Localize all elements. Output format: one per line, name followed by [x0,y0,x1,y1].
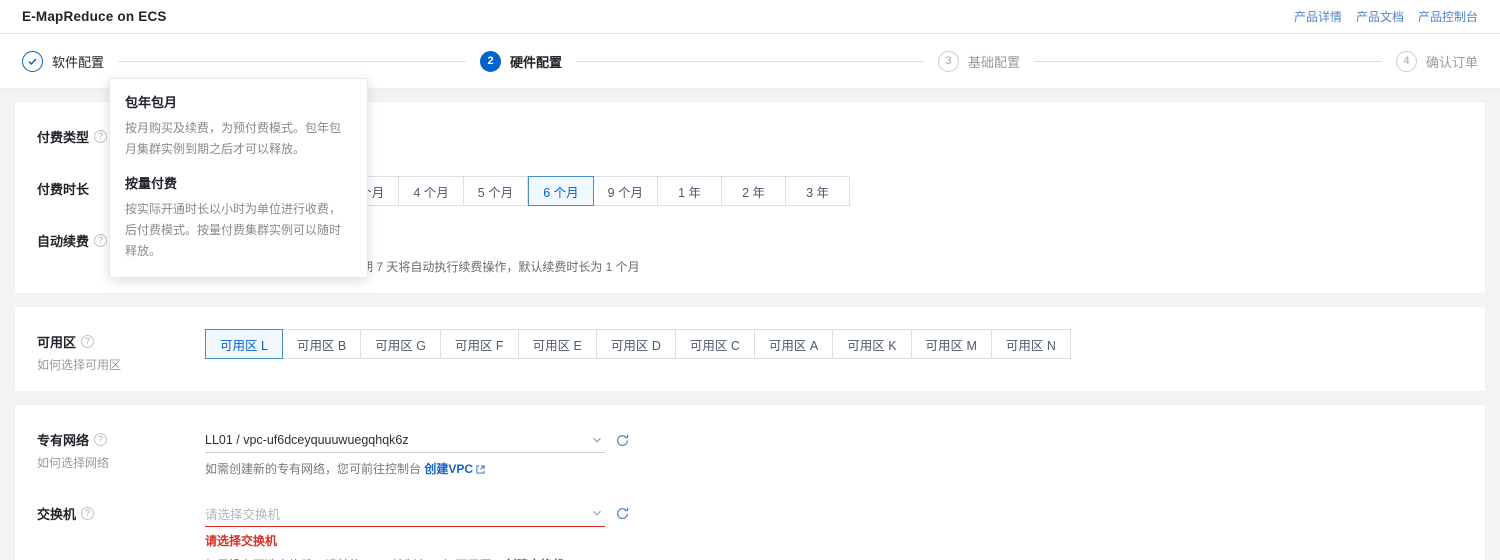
step-number: 3 [938,51,959,72]
network-card: 专有网络 ? 如何选择网络 LL01 / vpc-uf6dceyquuuwueg… [14,404,1486,560]
zone-option-n[interactable]: 可用区 N [992,329,1071,359]
duration-field: 1 个月 2 个月 3 个月 4 个月 5 个月 6 个月 9 个月 1 年 2… [205,176,1463,206]
question-mark-icon[interactable]: ? [94,234,107,247]
question-mark-icon[interactable]: ? [81,507,94,520]
zone-field: 可用区 L 可用区 B 可用区 G 可用区 F 可用区 E 可用区 D 可用区 … [205,329,1463,359]
duration-option-4m[interactable]: 4 个月 [399,176,463,206]
step-connector [576,61,924,62]
step-label: 基础配置 [968,52,1020,71]
duration-label: 付费时长 [37,179,89,198]
question-mark-icon[interactable]: ? [94,130,107,143]
step-number: 2 [480,51,501,72]
create-vswitch-link[interactable]: 创建交换机 [505,556,577,560]
vpc-sub-label[interactable]: 如何选择网络 [37,454,205,471]
header-link-product-console[interactable]: 产品控制台 [1418,8,1478,25]
chevron-down-icon [591,507,603,519]
header-links: 产品详情 产品文档 产品控制台 [1294,8,1478,25]
vswitch-field: 请选择交换机 请选择交换机 如果没有可选交换机，请前往 VPC 控制台，在 可用… [205,501,1463,560]
refresh-icon[interactable] [615,506,630,521]
pay-type-field: 包年包月 按量付费 [205,124,1463,154]
zone-option-f[interactable]: 可用区 F [441,329,519,359]
step-label: 硬件配置 [510,52,562,71]
step-basic-config[interactable]: 3 基础配置 [938,51,1020,72]
header-link-product-docs[interactable]: 产品文档 [1356,8,1404,25]
auto-renew-hint: 开启之后包年包月集群实例到期 7 天将自动执行续费操作，默认续费时长为 1 个月 [205,258,1463,275]
zone-option-k[interactable]: 可用区 K [833,329,911,359]
zone-option-b[interactable]: 可用区 B [283,329,361,359]
vpc-select[interactable]: LL01 / vpc-uf6dceyquuuwuegqhqk6z [205,427,605,453]
vswitch-row: 交换机 ? 请选择交换机 请选择交换 [15,501,1485,560]
vpc-label-group: 专有网络 ? 如何选择网络 [37,427,205,471]
vpc-row: 专有网络 ? 如何选择网络 LL01 / vpc-uf6dceyquuuwueg… [15,427,1485,479]
zone-label-group: 可用区 ? 如何选择可用区 [37,329,205,373]
duration-option-2y[interactable]: 2 年 [722,176,786,206]
zone-option-e[interactable]: 可用区 E [519,329,597,359]
create-vswitch-link-label: 创建交换机 [505,556,565,560]
zone-options: 可用区 L 可用区 B 可用区 G 可用区 F 可用区 E 可用区 D 可用区 … [205,329,1463,359]
vpc-field: LL01 / vpc-uf6dceyquuuwuegqhqk6z 如需创建新的专… [205,427,1463,479]
step-confirm-order[interactable]: 4 确认订单 [1396,51,1478,72]
duration-option-6m[interactable]: 6 个月 [528,176,593,206]
vpc-label: 专有网络 [37,430,89,449]
tooltip-body-subscription: 按月购买及续费，为预付费模式。包年包月集群实例到期之后才可以释放。 [125,118,352,160]
step-hardware-config[interactable]: 2 硬件配置 [480,51,562,72]
chevron-down-icon [591,434,603,446]
refresh-icon[interactable] [615,433,630,448]
tooltip-body-payasyougo: 按实际开通时长以小时为单位进行收费，后付费模式。按量付费集群实例可以随时释放。 [125,199,352,262]
app-header: E-MapReduce on ECS 产品详情 产品文档 产品控制台 [0,0,1500,34]
duration-option-1y[interactable]: 1 年 [658,176,722,206]
vswitch-hint: 如果没有可选交换机，请前往 VPC 控制台，在 可用区 L 创建交换机 [205,556,1463,560]
step-number: 4 [1396,51,1417,72]
zone-label: 可用区 [37,332,76,351]
step-label: 软件配置 [52,52,104,71]
question-mark-icon[interactable]: ? [94,433,107,446]
tooltip-title-payasyougo: 按量付费 [125,173,352,192]
duration-options: 1 个月 2 个月 3 个月 4 个月 5 个月 6 个月 9 个月 1 年 2… [205,176,1463,206]
external-link-icon [476,465,485,474]
vpc-hint: 如需创建新的专有网络，您可前往控制台 创建VPC [205,460,1463,479]
zone-option-d[interactable]: 可用区 D [597,329,676,359]
duration-option-3y[interactable]: 3 年 [786,176,850,206]
vswitch-error-message: 请选择交换机 [205,532,1463,549]
create-vpc-link[interactable]: 创建VPC [424,460,485,479]
step-connector [118,61,466,62]
duration-option-5m[interactable]: 5 个月 [464,176,528,206]
vswitch-label-group: 交换机 ? [37,501,205,523]
zone-option-g[interactable]: 可用区 G [361,329,441,359]
wizard-stepper: 软件配置 2 硬件配置 3 基础配置 4 确认订单 包年包月 按月购买及续费，为… [0,34,1500,89]
auto-renew-field: 开启 开启之后包年包月集群实例到期 7 天将自动执行续费操作，默认续费时长为 1… [205,228,1463,275]
zone-option-c[interactable]: 可用区 C [676,329,755,359]
vpc-hint-text: 如需创建新的专有网络，您可前往控制台 [205,462,424,476]
zone-card: 可用区 ? 如何选择可用区 可用区 L 可用区 B 可用区 G 可用区 F 可用… [14,306,1486,392]
step-software-config[interactable]: 软件配置 [22,51,104,72]
zone-sub-label[interactable]: 如何选择可用区 [37,356,205,373]
vpc-select-value: LL01 / vpc-uf6dceyquuuwuegqhqk6z [205,433,591,447]
pay-type-options: 包年包月 按量付费 [205,124,1463,154]
pay-type-tooltip: 包年包月 按月购买及续费，为预付费模式。包年包月集群实例到期之后才可以释放。 按… [109,78,368,278]
step-label: 确认订单 [1426,52,1478,71]
vswitch-label: 交换机 [37,504,76,523]
create-vpc-link-label: 创建VPC [424,460,473,479]
vswitch-select[interactable]: 请选择交换机 [205,501,605,527]
zone-option-a[interactable]: 可用区 A [755,329,833,359]
header-link-product-detail[interactable]: 产品详情 [1294,8,1342,25]
question-mark-icon[interactable]: ? [81,335,94,348]
auto-renew-label: 自动续费 [37,231,89,250]
duration-option-9m[interactable]: 9 个月 [594,176,658,206]
zone-option-m[interactable]: 可用区 M [912,329,992,359]
pay-type-label: 付费类型 [37,127,89,146]
vswitch-select-value: 请选择交换机 [205,504,591,523]
check-icon [22,51,43,72]
zone-row: 可用区 ? 如何选择可用区 可用区 L 可用区 B 可用区 G 可用区 F 可用… [15,329,1485,373]
page-title: E-MapReduce on ECS [22,9,167,24]
zone-option-l[interactable]: 可用区 L [205,329,283,359]
tooltip-title-subscription: 包年包月 [125,92,352,111]
step-connector [1034,61,1382,62]
